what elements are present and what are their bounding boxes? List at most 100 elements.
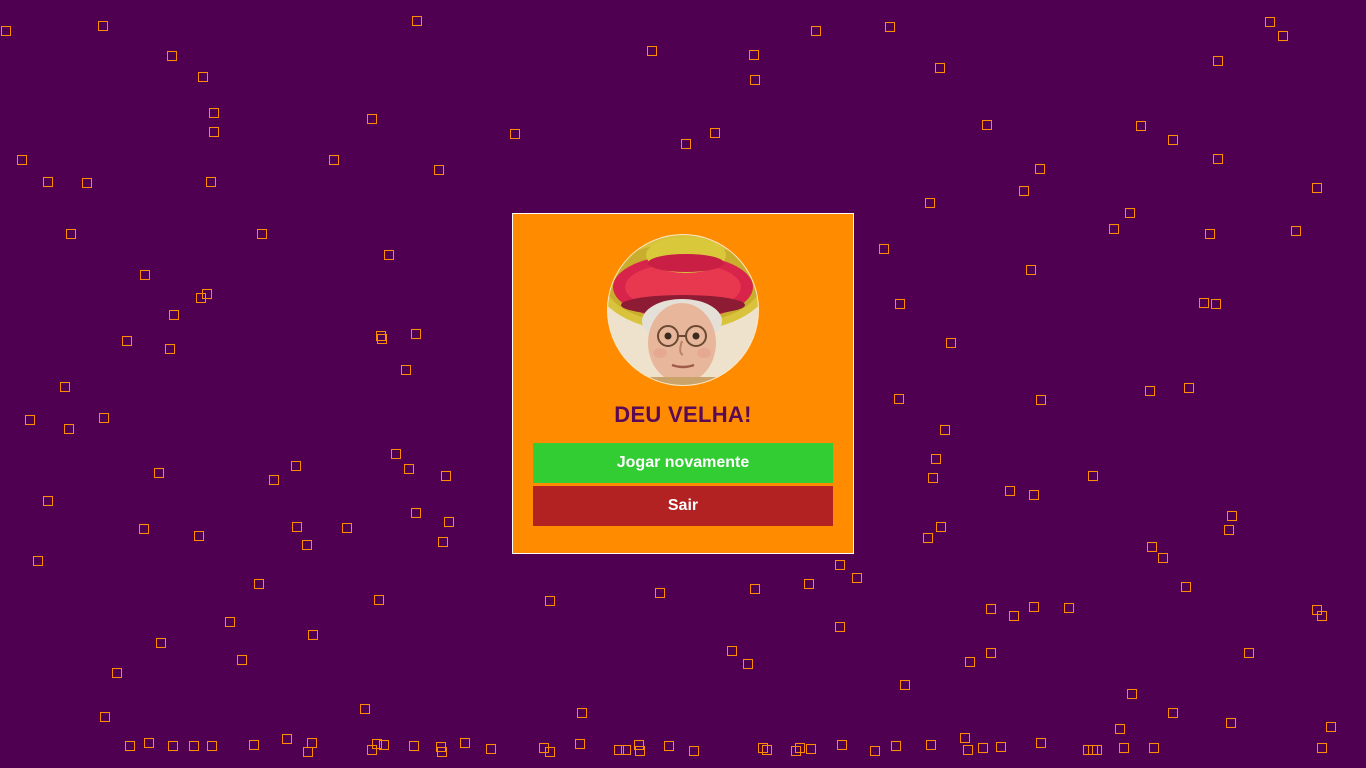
confetti-square [749,50,759,60]
confetti-square [1109,224,1119,234]
confetti-square [269,475,279,485]
confetti-square [545,747,555,757]
confetti-square [486,744,496,754]
confetti-square [437,747,447,757]
confetti-square [577,708,587,718]
confetti-square [17,155,27,165]
confetti-square [960,733,970,743]
confetti-square [963,745,973,755]
confetti-square [1213,154,1223,164]
confetti-square [377,334,387,344]
confetti-square [940,425,950,435]
confetti-square [1211,299,1221,309]
confetti-square [946,338,956,348]
confetti-square [936,522,946,532]
confetti-square [804,579,814,589]
confetti-square [935,63,945,73]
confetti-square [25,415,35,425]
confetti-square [156,638,166,648]
confetti-square [189,741,199,751]
confetti-square [391,449,401,459]
confetti-square [1092,745,1102,755]
confetti-square [870,746,880,756]
confetti-square [1,26,11,36]
confetti-square [82,178,92,188]
play-again-button[interactable]: Jogar novamente [533,443,833,483]
confetti-square [412,16,422,26]
game-result-dialog: DEU VELHA! Jogar novamente Sair [512,213,854,554]
confetti-square [750,584,760,594]
confetti-square [1029,602,1039,612]
confetti-square [404,464,414,474]
confetti-square [925,198,935,208]
confetti-square [225,617,235,627]
confetti-square [154,468,164,478]
confetti-square [743,659,753,669]
confetti-square [1036,395,1046,405]
confetti-square [1291,226,1301,236]
confetti-square [342,523,352,533]
confetti-square [1265,17,1275,27]
confetti-square [282,734,292,744]
confetti-square [1009,611,1019,621]
confetti-square [206,177,216,187]
confetti-square [681,139,691,149]
confetti-square [411,508,421,518]
confetti-square [194,531,204,541]
confetti-square [444,517,454,527]
confetti-square [655,588,665,598]
avatar [607,234,759,386]
confetti-square [254,579,264,589]
confetti-square [144,738,154,748]
confetti-square [1088,471,1098,481]
confetti-square [1205,229,1215,239]
confetti-square [60,382,70,392]
confetti-square [303,747,313,757]
confetti-square [852,573,862,583]
confetti-square [1026,265,1036,275]
game-stage: DEU VELHA! Jogar novamente Sair [0,0,1366,768]
confetti-square [900,680,910,690]
confetti-square [167,51,177,61]
confetti-square [928,473,938,483]
confetti-square [1168,708,1178,718]
old-woman-sombrero-icon [608,235,758,385]
confetti-square [1184,383,1194,393]
confetti-square [621,745,631,755]
confetti-square [99,413,109,423]
confetti-square [727,646,737,656]
confetti-square [168,741,178,751]
confetti-square [207,741,217,751]
confetti-square [384,250,394,260]
confetti-square [1127,689,1137,699]
confetti-square [931,454,941,464]
confetti-square [1244,648,1254,658]
confetti-square [237,655,247,665]
confetti-square [635,746,645,756]
confetti-square [978,743,988,753]
confetti-square [411,329,421,339]
confetti-square [795,743,805,753]
confetti-square [257,229,267,239]
confetti-square [1035,164,1045,174]
confetti-square [923,533,933,543]
confetti-square [1168,135,1178,145]
confetti-square [837,740,847,750]
confetti-square [1136,121,1146,131]
confetti-square [1199,298,1209,308]
confetti-square [1278,31,1288,41]
confetti-square [1326,722,1336,732]
confetti-square [460,738,470,748]
confetti-square [1317,611,1327,621]
confetti-square [647,46,657,56]
confetti-square [545,596,555,606]
confetti-square [209,108,219,118]
confetti-square [664,741,674,751]
exit-button[interactable]: Sair [533,486,833,526]
confetti-square [139,524,149,534]
confetti-square [140,270,150,280]
confetti-square [98,21,108,31]
confetti-square [43,496,53,506]
confetti-square [1226,718,1236,728]
confetti-square [1227,511,1237,521]
